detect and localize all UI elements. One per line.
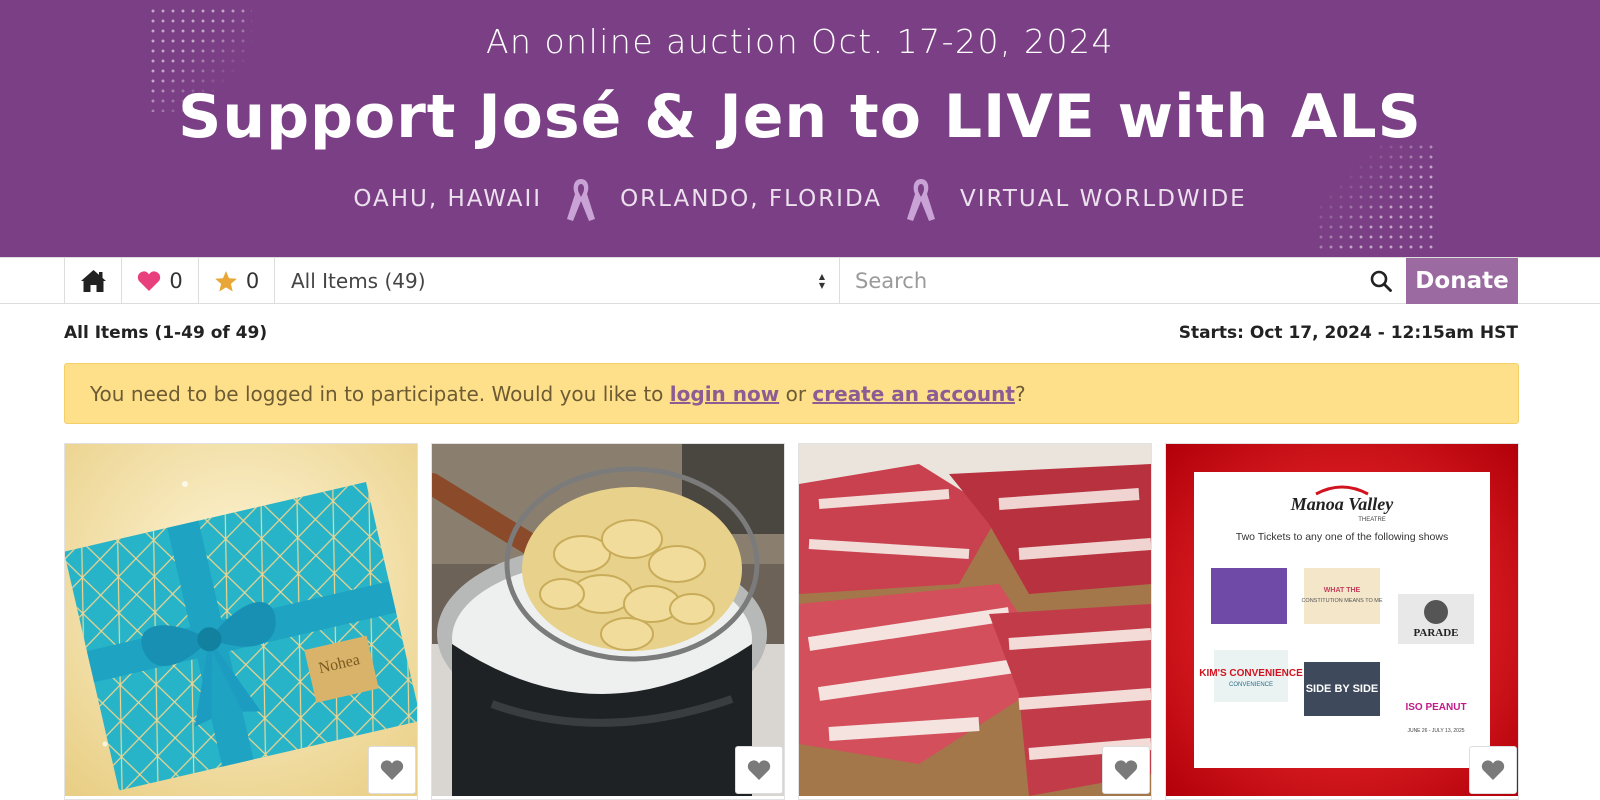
location-virtual: VIRTUAL WORLDWIDE [960,186,1247,212]
awareness-ribbon-icon [907,179,935,221]
item-card[interactable] [798,443,1152,800]
heart-icon [1114,760,1138,780]
watchlist-button[interactable]: 0 [121,258,198,304]
flyer-show-1: WHAT THE [1324,587,1361,594]
item-card[interactable]: Manoa Valley THEATRE Two Tickets to any … [1165,443,1519,800]
hero-banner: An online auction Oct. 17-20, 2024 Suppo… [0,0,1600,257]
location-orlando: ORLANDO, FLORIDA [620,186,882,212]
nav-inner: 0 0 All Items (49) ▲▼ Donate [64,258,1518,304]
item-card[interactable] [431,443,785,800]
favorite-toggle[interactable] [1469,746,1517,794]
item-count-label: All Items (1-49 of 49) [64,323,268,343]
watch-count: 0 [169,269,183,293]
search-icon[interactable] [1370,270,1392,292]
item-grid: Nohea Manoa Valley THEATRE Two Tickets t… [64,443,1519,800]
svg-text:JUNE 26 - JULY 13, 2025: JUNE 26 - JULY 13, 2025 [1407,728,1464,734]
flyer-show-4: SIDE BY SIDE [1306,683,1379,695]
item-image-wontons[interactable] [432,444,784,796]
auction-start-label: Starts: Oct 17, 2024 - 12:15am HST [1178,323,1518,343]
select-arrows-icon: ▲ ▼ [818,272,825,290]
heart-icon [138,271,161,291]
flyer-logo: Manoa Valley [1290,494,1395,514]
login-alert: You need to be logged in to participate.… [64,363,1519,424]
favorite-toggle[interactable] [735,746,783,794]
awareness-ribbon-icon [567,179,596,221]
svg-text:CONVENIENCE: CONVENIENCE [1229,682,1273,688]
search-input[interactable] [855,269,1335,293]
favorite-count: 0 [245,269,260,293]
svg-text:CONSTITUTION MEANS TO ME: CONSTITUTION MEANS TO ME [1301,598,1382,604]
heart-icon [380,760,404,780]
flyer-show-2: PARADE [1413,627,1458,639]
favorite-toggle[interactable] [368,746,416,794]
nav-bar: 0 0 All Items (49) ▲▼ Donate [0,257,1600,304]
item-image-theatre-flyer[interactable]: Manoa Valley THEATRE Two Tickets to any … [1166,444,1518,796]
star-icon [215,270,237,291]
flyer-show-3: KIM'S CONVENIENCE [1199,668,1303,679]
location-oahu: OAHU, HAWAII [353,186,543,212]
login-link[interactable]: login now [670,382,779,406]
donate-button[interactable]: Donate [1406,258,1518,304]
create-account-link[interactable]: create an account [812,382,1015,406]
item-image-gift-box[interactable]: Nohea [65,444,417,796]
favorite-toggle[interactable] [1102,746,1150,794]
hero-locations: OAHU, HAWAII ORLANDO, FLORIDA VIRTUAL WO… [0,175,1600,223]
category-select-value: All Items (49) [291,269,426,293]
hero-subtitle: An online auction Oct. 17-20, 2024 [485,22,1114,61]
flyer-show-5: ISO PEANUT [1405,702,1466,713]
flyer-logo-sub: THEATRE [1358,517,1386,523]
favorites-button[interactable]: 0 [198,258,274,304]
heart-icon [1481,760,1505,780]
search-box [839,258,1406,304]
alert-text: You need to be logged in to participate.… [90,381,1026,406]
home-button[interactable] [64,258,121,304]
flyer-heading: Two Tickets to any one of the following … [1236,531,1448,543]
item-card[interactable]: Nohea [64,443,418,800]
item-image-pork-belly[interactable] [799,444,1151,796]
category-select[interactable]: All Items (49) ▲ ▼ [274,258,839,304]
home-icon [80,270,106,292]
hero-title: Support José & Jen to LIVE with ALS [178,82,1422,152]
heart-icon [747,760,771,780]
